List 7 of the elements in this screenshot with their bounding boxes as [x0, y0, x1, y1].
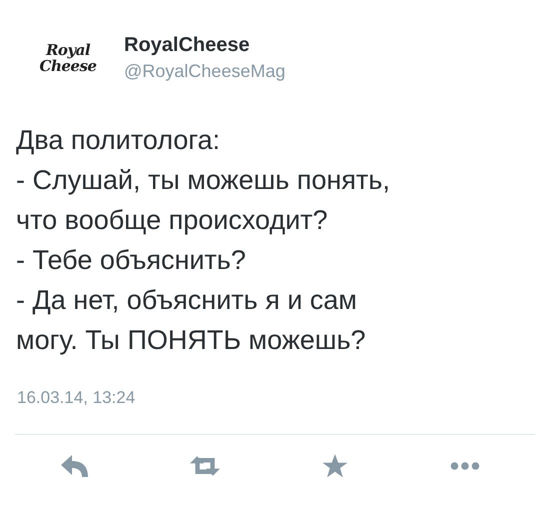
star-icon[interactable] [320, 453, 350, 479]
tweet-text: Два политолога: - Слушай, ты можешь понять, что вообще происходит? - Тебе объяснить? - Да нет, объяснить я и сам могу. Ты ПОНЯТЬ можешь? [16, 124, 391, 357]
author-name: RoyalCheese [124, 34, 251, 57]
timestamp: 16.03.14, 13:24 [17, 388, 136, 408]
reply-icon[interactable] [60, 453, 90, 479]
logo: Royal Cheese [38, 42, 98, 74]
author-handle: @RoyalCheeseMag [124, 61, 286, 82]
